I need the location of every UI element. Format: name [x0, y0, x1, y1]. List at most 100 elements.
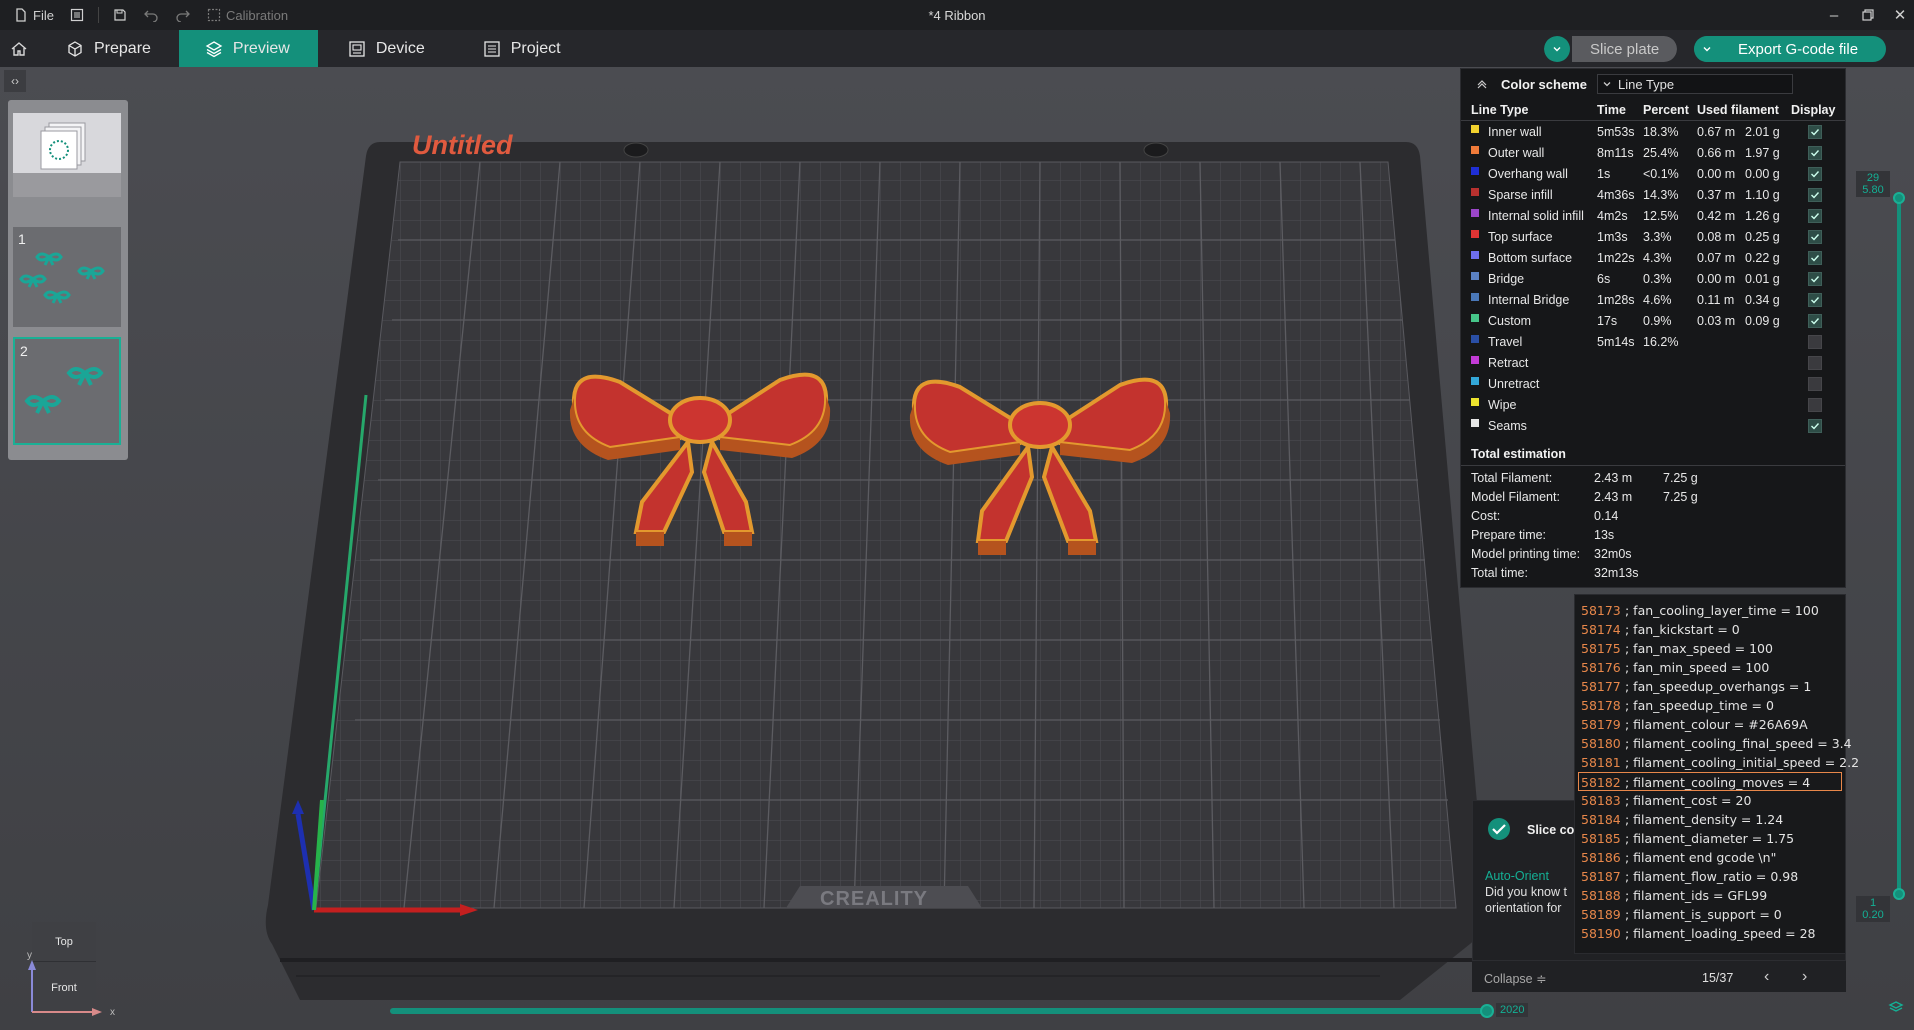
move-slider-handle[interactable] — [1480, 1004, 1494, 1018]
display-checkbox[interactable] — [1808, 293, 1822, 307]
close-button[interactable]: ✕ — [1880, 0, 1914, 30]
display-checkbox[interactable] — [1808, 356, 1822, 370]
line-type-percent: 18.3% — [1643, 125, 1679, 139]
line-type-weight: 2.01 g — [1745, 125, 1780, 139]
color-swatch — [1471, 125, 1479, 133]
gcode-line[interactable]: 58186 ; filament end gcode \n" — [1575, 848, 1845, 867]
gcode-line[interactable]: 58174 ; fan_kickstart = 0 — [1575, 620, 1845, 639]
layer-slider-top-handle[interactable] — [1893, 192, 1905, 204]
layer-slider-bottom-handle[interactable] — [1893, 888, 1905, 900]
color-scheme-header: Color scheme Line Type — [1461, 69, 1845, 99]
line-type-percent: 0.3% — [1643, 272, 1672, 286]
plate-2-thumb[interactable]: 2 — [13, 337, 121, 445]
color-swatch — [1471, 293, 1479, 301]
line-type-time: 8m11s — [1597, 146, 1634, 160]
color-swatch — [1471, 188, 1479, 196]
display-checkbox[interactable] — [1808, 209, 1822, 223]
gcode-line[interactable]: 58179 ; filament_colour = #26A69A — [1575, 715, 1845, 734]
top-layer-number: 29 — [1866, 172, 1880, 184]
color-swatch — [1471, 335, 1479, 343]
display-checkbox[interactable] — [1808, 188, 1822, 202]
line-type-name: Custom — [1488, 314, 1532, 328]
color-swatch — [1471, 230, 1479, 238]
estimation-row: Total Filament: 2.43 m 7.25 g — [1461, 468, 1845, 487]
slice-options-dropdown[interactable] — [1544, 36, 1570, 62]
line-type-percent: 12.5% — [1643, 209, 1679, 223]
legend-row: Internal Bridge 1m28s 4.6% 0.11 m 0.34 g — [1461, 289, 1845, 310]
gcode-line[interactable]: 58180 ; filament_cooling_final_speed = 3.… — [1575, 734, 1852, 753]
all-plates-stats-thumb[interactable] — [13, 113, 121, 197]
undo-button[interactable] — [135, 0, 167, 30]
redo-button[interactable] — [167, 0, 199, 30]
layer-slider-track[interactable] — [1897, 198, 1901, 898]
gcode-viewer[interactable]: 58173 ; fan_cooling_layer_time = 100 58174… — [1574, 594, 1859, 954]
line-type-length: 0.08 m — [1697, 230, 1736, 244]
project-icon — [484, 40, 500, 57]
display-checkbox[interactable] — [1808, 419, 1822, 433]
display-checkbox[interactable] — [1808, 230, 1822, 244]
file-icon — [16, 8, 26, 22]
plate-name-label: Untitled — [412, 130, 513, 160]
display-checkbox[interactable] — [1808, 146, 1822, 160]
gcode-line[interactable]: 58177 ; fan_speedup_overhangs = 1 — [1575, 677, 1845, 696]
gcode-line[interactable]: 58175 ; fan_max_speed = 100 — [1575, 639, 1845, 658]
sidebar-collapse-button[interactable]: ‹› — [4, 70, 26, 92]
home-button[interactable] — [0, 30, 38, 67]
line-type-weight: 0.01 g — [1745, 272, 1780, 286]
gcode-line[interactable]: 58182 ; filament_cooling_moves = 4 — [1578, 772, 1842, 791]
tab-project[interactable]: Project — [453, 30, 589, 67]
color-scheme-dropdown[interactable]: Line Type — [1596, 74, 1793, 94]
display-checkbox[interactable] — [1808, 314, 1822, 328]
gcode-line[interactable]: 58189 ; filament_is_support = 0 — [1575, 905, 1845, 924]
save-button[interactable] — [105, 0, 135, 30]
file-menu[interactable]: File — [0, 0, 62, 30]
estimation-extra: 7.25 g — [1663, 490, 1698, 504]
line-type-percent: 16.2% — [1643, 335, 1679, 349]
display-checkbox[interactable] — [1808, 272, 1822, 286]
gcode-line[interactable]: 58176 ; fan_min_speed = 100 — [1575, 658, 1845, 677]
display-checkbox[interactable] — [1808, 335, 1822, 349]
notification-pager: 15/37 — [1702, 971, 1734, 985]
display-checkbox[interactable] — [1808, 125, 1822, 139]
layers-icon[interactable] — [1888, 1000, 1904, 1016]
gcode-line[interactable]: 58184 ; filament_density = 1.24 — [1575, 810, 1845, 829]
line-type-time: 6s — [1597, 272, 1611, 286]
gcode-line[interactable]: 58187 ; filament_flow_ratio = 0.98 — [1575, 867, 1845, 886]
next-notification-button[interactable]: › — [1802, 968, 1807, 986]
collapse-button[interactable]: Collapse ≑ — [1484, 971, 1547, 986]
gcode-line-text: ; filament_is_support = 0 — [1625, 907, 1782, 922]
export-options-dropdown[interactable] — [1694, 36, 1720, 62]
chevron-up-icon[interactable] — [1475, 77, 1489, 91]
export-gcode-button[interactable]: Export G-code file — [1720, 36, 1886, 62]
slice-plate-button[interactable]: Slice plate — [1572, 36, 1678, 62]
plate-1-thumb[interactable]: 1 — [13, 227, 121, 327]
gcode-line[interactable]: 58173 ; fan_cooling_layer_time = 100 — [1575, 601, 1845, 620]
move-slider-track[interactable] — [390, 1008, 1486, 1014]
display-checkbox[interactable] — [1808, 167, 1822, 181]
prev-notification-button[interactable]: ‹ — [1764, 968, 1769, 986]
col-display: Display — [1791, 103, 1836, 117]
plate-1-preview — [19, 252, 105, 304]
notification-body-1: Did you know t — [1485, 885, 1567, 899]
gcode-line[interactable]: 58183 ; filament_cost = 20 — [1575, 791, 1845, 810]
calibration-button[interactable]: Calibration — [199, 0, 296, 30]
notification-footer: Collapse ≑ 15/37 ‹ › — [1472, 960, 1846, 992]
color-swatch — [1471, 356, 1479, 364]
plate-list-panel: 1 2 — [8, 100, 128, 460]
tab-preview[interactable]: Preview — [178, 30, 318, 67]
auto-orient-link[interactable]: Auto-Orient — [1485, 869, 1549, 883]
color-swatch — [1471, 398, 1479, 406]
gcode-line-number: 58189 — [1581, 907, 1621, 922]
display-checkbox[interactable] — [1808, 251, 1822, 265]
line-type-percent: <0.1% — [1643, 167, 1679, 181]
tab-device[interactable]: Device — [318, 30, 453, 67]
gcode-line[interactable]: 58178 ; fan_speedup_time = 0 — [1575, 696, 1845, 715]
gcode-line[interactable]: 58181 ; filament_cooling_initial_speed = … — [1575, 753, 1859, 772]
hamburger-menu-button[interactable] — [62, 0, 92, 30]
gcode-line[interactable]: 58185 ; filament_diameter = 1.75 — [1575, 829, 1845, 848]
tab-prepare[interactable]: Prepare — [38, 30, 179, 67]
gcode-line[interactable]: 58188 ; filament_ids = GFL99 — [1575, 886, 1845, 905]
display-checkbox[interactable] — [1808, 377, 1822, 391]
gcode-line[interactable]: 58190 ; filament_loading_speed = 28 — [1575, 924, 1845, 943]
display-checkbox[interactable] — [1808, 398, 1822, 412]
